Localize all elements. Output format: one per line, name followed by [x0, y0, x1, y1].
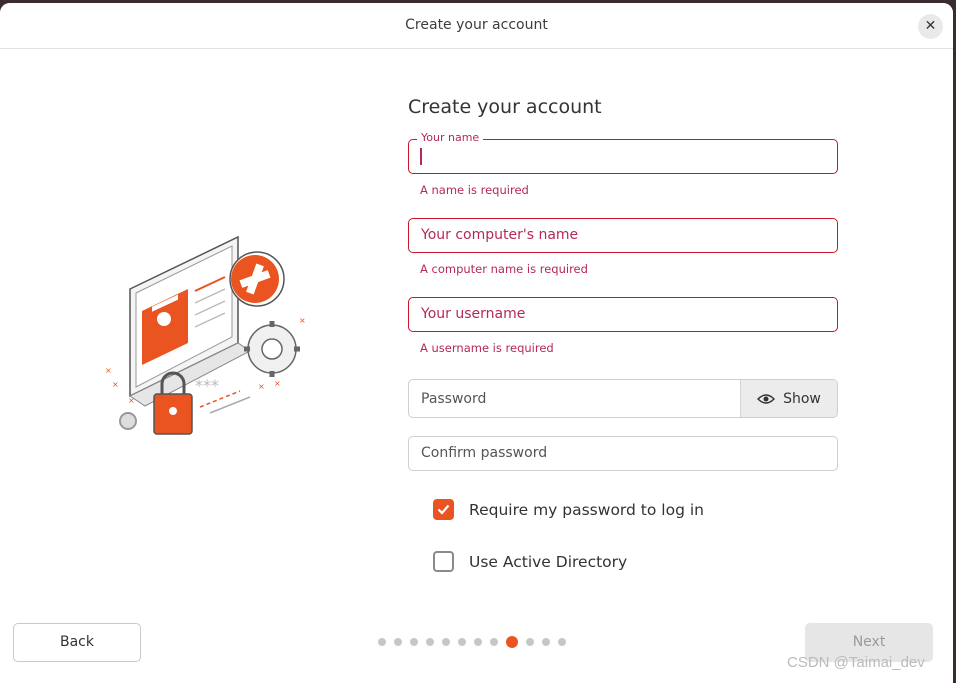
installer-window: Create your account ✕ *** × × × × × × Cr… [0, 3, 953, 683]
step-indicator [378, 636, 566, 648]
show-password-label: Show [783, 390, 821, 407]
account-illustration: *** ××× × ×× [105, 235, 306, 435]
back-button[interactable]: Back [13, 623, 141, 662]
checkmark-icon [437, 504, 450, 515]
step-dot [426, 638, 434, 646]
active-directory-checkbox[interactable] [433, 551, 454, 572]
eye-icon [757, 393, 776, 404]
step-dot [410, 638, 418, 646]
svg-text:×: × [112, 380, 119, 389]
step-dot [474, 638, 482, 646]
computer-name-placeholder: Your computer's name [421, 227, 579, 243]
name-input[interactable]: Your name [408, 131, 838, 174]
step-dot [490, 638, 498, 646]
confirm-password-placeholder: Confirm password [421, 445, 548, 461]
form-heading: Create your account [408, 96, 602, 118]
step-dot [458, 638, 466, 646]
step-dot [542, 638, 550, 646]
require-password-option[interactable]: Require my password to log in [433, 499, 704, 520]
step-dot [378, 638, 386, 646]
confirm-password-input[interactable]: Confirm password [408, 436, 838, 471]
password-input[interactable]: Password Show [408, 379, 838, 418]
title-bar: Create your account ✕ [0, 3, 953, 49]
text-caret [420, 148, 422, 165]
require-password-checkbox[interactable] [433, 499, 454, 520]
svg-text:×: × [105, 366, 112, 375]
step-dot [394, 638, 402, 646]
active-directory-label: Use Active Directory [469, 552, 628, 571]
require-password-label: Require my password to log in [469, 500, 704, 519]
window-title: Create your account [405, 17, 548, 33]
step-dot-active [506, 636, 518, 648]
name-label: Your name [417, 131, 484, 145]
svg-text:×: × [258, 382, 265, 391]
step-dot [526, 638, 534, 646]
username-error: A username is required [420, 341, 554, 355]
watermark: CSDN @Taimai_dev [787, 654, 925, 671]
username-placeholder: Your username [421, 306, 526, 322]
step-dot [558, 638, 566, 646]
password-placeholder: Password [421, 391, 487, 407]
username-input[interactable]: Your username [408, 297, 838, 332]
svg-text:×: × [128, 396, 135, 405]
computer-name-input[interactable]: Your computer's name [408, 218, 838, 253]
active-directory-option[interactable]: Use Active Directory [433, 551, 627, 572]
svg-text:×: × [274, 379, 281, 388]
svg-text:×: × [299, 316, 306, 325]
svg-text:***: *** [195, 376, 219, 395]
close-icon: ✕ [924, 18, 937, 34]
show-password-button[interactable]: Show [740, 380, 837, 417]
computer-name-error: A computer name is required [420, 262, 588, 276]
close-button[interactable]: ✕ [918, 14, 943, 39]
step-dot [442, 638, 450, 646]
name-error: A name is required [420, 183, 529, 197]
